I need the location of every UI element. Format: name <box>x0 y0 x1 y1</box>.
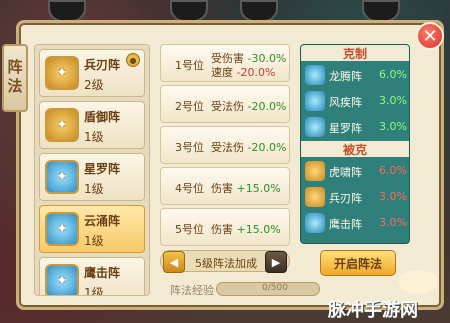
position-effect: 伤害 +15.0% <box>211 221 281 237</box>
position-label: 1号位 <box>175 59 204 72</box>
position-row: 1号位 受伤害 -30.0% 速度 -20.0% <box>160 44 290 82</box>
relation-value: 6.0% <box>379 164 407 177</box>
effect-value: -20.0% <box>236 66 276 79</box>
background-pillar <box>170 0 208 22</box>
relation-value: 3.0% <box>379 190 407 203</box>
formation-level: 1级 <box>84 182 104 196</box>
relation-value: 6.0% <box>379 68 407 81</box>
position-label: 4号位 <box>175 182 204 195</box>
position-row: 3号位 受法伤 -20.0% <box>160 126 290 164</box>
watermark-text: 脉冲手游网 <box>328 300 418 321</box>
shield-formation-icon: ✦ <box>45 108 79 142</box>
level-bonus-bar: ◀ 5级阵法加成 ▶ <box>160 250 290 273</box>
formation-level: 1级 <box>84 130 104 144</box>
effect-label: 伤害 <box>211 223 233 236</box>
effect-label: 受法伤 <box>211 100 244 113</box>
brand-logo <box>398 270 438 294</box>
position-row: 4号位 伤害 +15.0% <box>160 167 290 205</box>
formation-card[interactable]: ✦ 盾御阵 1级 <box>39 101 145 149</box>
level-bonus-label: 5级阵法加成 <box>195 257 257 270</box>
relation-name: 星罗阵 <box>329 122 362 135</box>
restrain-title: 克制 <box>301 45 409 61</box>
formation-card[interactable]: ✦ 鹰击阵 1级 <box>39 257 145 296</box>
formation-name: 星罗阵 <box>84 162 121 176</box>
effect-value: -20.0% <box>247 100 287 113</box>
position-label: 2号位 <box>175 100 204 113</box>
relation-panel: 克制 龙腾阵 6.0% 风疾阵 3.0% 星罗阵 3.0% 被克 虎啸阵 6.0% 兵刃阵 3.… <box>300 44 410 244</box>
relation-name: 鹰击阵 <box>329 218 362 231</box>
relation-value: 3.0% <box>379 94 407 107</box>
position-effect: 速度 -20.0% <box>211 64 275 80</box>
position-effect: 受法伤 -20.0% <box>211 139 286 155</box>
next-level-button[interactable]: ▶ <box>265 251 287 273</box>
restrained-title: 被克 <box>301 141 409 157</box>
relation-row: 星罗阵 3.0% <box>301 115 409 139</box>
formation-name: 盾御阵 <box>84 110 121 124</box>
formation-name: 鹰击阵 <box>84 266 121 280</box>
formation-list: ✦ 兵刃阵 2级 ● ✦ 盾御阵 1级 ✦ 星罗阵 1级 ✦ 云涌阵 1级 ✦ 鹰击阵 1级 <box>34 44 150 296</box>
relation-row: 兵刃阵 3.0% <box>301 185 409 209</box>
relation-name: 虎啸阵 <box>329 166 362 179</box>
position-effects: 1号位 受伤害 -30.0% 速度 -20.0% 2号位 受法伤 -20.0% 3号位 受法… <box>160 44 290 246</box>
coin-badge-icon: ● <box>126 53 140 67</box>
effect-value: +15.0% <box>236 182 281 195</box>
formation-emblem-icon <box>305 213 325 233</box>
sword-formation-icon: ✦ <box>45 56 79 90</box>
formation-emblem-icon <box>305 161 325 181</box>
relation-name: 兵刃阵 <box>329 192 362 205</box>
experience-value: 0/500 <box>262 283 288 293</box>
formation-emblem-icon <box>305 117 325 137</box>
relation-name: 风疾阵 <box>329 96 362 109</box>
position-label: 3号位 <box>175 141 204 154</box>
formation-card[interactable]: ✦ 云涌阵 1级 <box>39 205 145 253</box>
formation-name: 云涌阵 <box>84 214 121 228</box>
formation-emblem-icon <box>305 187 325 207</box>
relation-value: 3.0% <box>379 120 407 133</box>
background-pillar <box>240 0 278 22</box>
position-effect: 伤害 +15.0% <box>211 180 281 196</box>
formation-emblem-icon <box>305 65 325 85</box>
formation-level: 2级 <box>84 78 104 92</box>
effect-label: 受法伤 <box>211 141 244 154</box>
effect-label: 速度 <box>211 66 233 79</box>
formation-card[interactable]: ✦ 兵刃阵 2级 ● <box>39 49 145 97</box>
star-formation-icon: ✦ <box>45 160 79 194</box>
effect-value: -20.0% <box>247 141 287 154</box>
experience-label: 阵法经验 <box>170 284 214 297</box>
formation-level: 1级 <box>84 234 104 248</box>
relation-row: 鹰击阵 3.0% <box>301 211 409 235</box>
formation-card[interactable]: ✦ 星罗阵 1级 <box>39 153 145 201</box>
eagle-formation-icon: ✦ <box>45 264 79 295</box>
position-row: 5号位 伤害 +15.0% <box>160 208 290 246</box>
background-pillar <box>362 0 400 22</box>
formation-level: 1级 <box>84 286 104 296</box>
position-effect: 受法伤 -20.0% <box>211 98 286 114</box>
prev-level-button[interactable]: ◀ <box>163 251 185 273</box>
effect-value: +15.0% <box>236 223 281 236</box>
formation-tab[interactable]: 阵法 <box>2 44 28 112</box>
relation-row: 龙腾阵 6.0% <box>301 63 409 87</box>
formation-emblem-icon <box>305 91 325 111</box>
effect-label: 伤害 <box>211 182 233 195</box>
cloud-formation-icon: ✦ <box>45 212 79 246</box>
background-pillar <box>48 0 86 22</box>
position-row: 2号位 受法伤 -20.0% <box>160 85 290 123</box>
open-formation-button[interactable]: 开启阵法 <box>320 250 396 276</box>
relation-value: 3.0% <box>379 216 407 229</box>
relation-row: 风疾阵 3.0% <box>301 89 409 113</box>
position-label: 5号位 <box>175 223 204 236</box>
formation-name: 兵刃阵 <box>84 58 121 72</box>
close-button[interactable]: ✕ <box>416 22 444 50</box>
relation-row: 虎啸阵 6.0% <box>301 159 409 183</box>
relation-name: 龙腾阵 <box>329 70 362 83</box>
